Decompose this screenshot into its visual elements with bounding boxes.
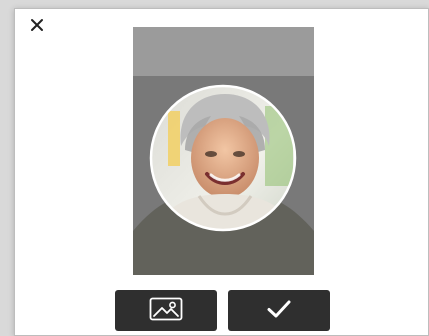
profile-photo [133, 76, 314, 275]
confirm-button[interactable] [228, 290, 330, 331]
crop-top-band [133, 27, 314, 76]
choose-photo-button[interactable] [115, 290, 217, 331]
image-icon [149, 297, 183, 325]
photo-crop-dialog [14, 8, 429, 336]
close-icon [28, 16, 46, 34]
close-button[interactable] [28, 16, 46, 34]
image-crop-area[interactable] [133, 27, 314, 275]
checkmark-icon [266, 299, 292, 323]
